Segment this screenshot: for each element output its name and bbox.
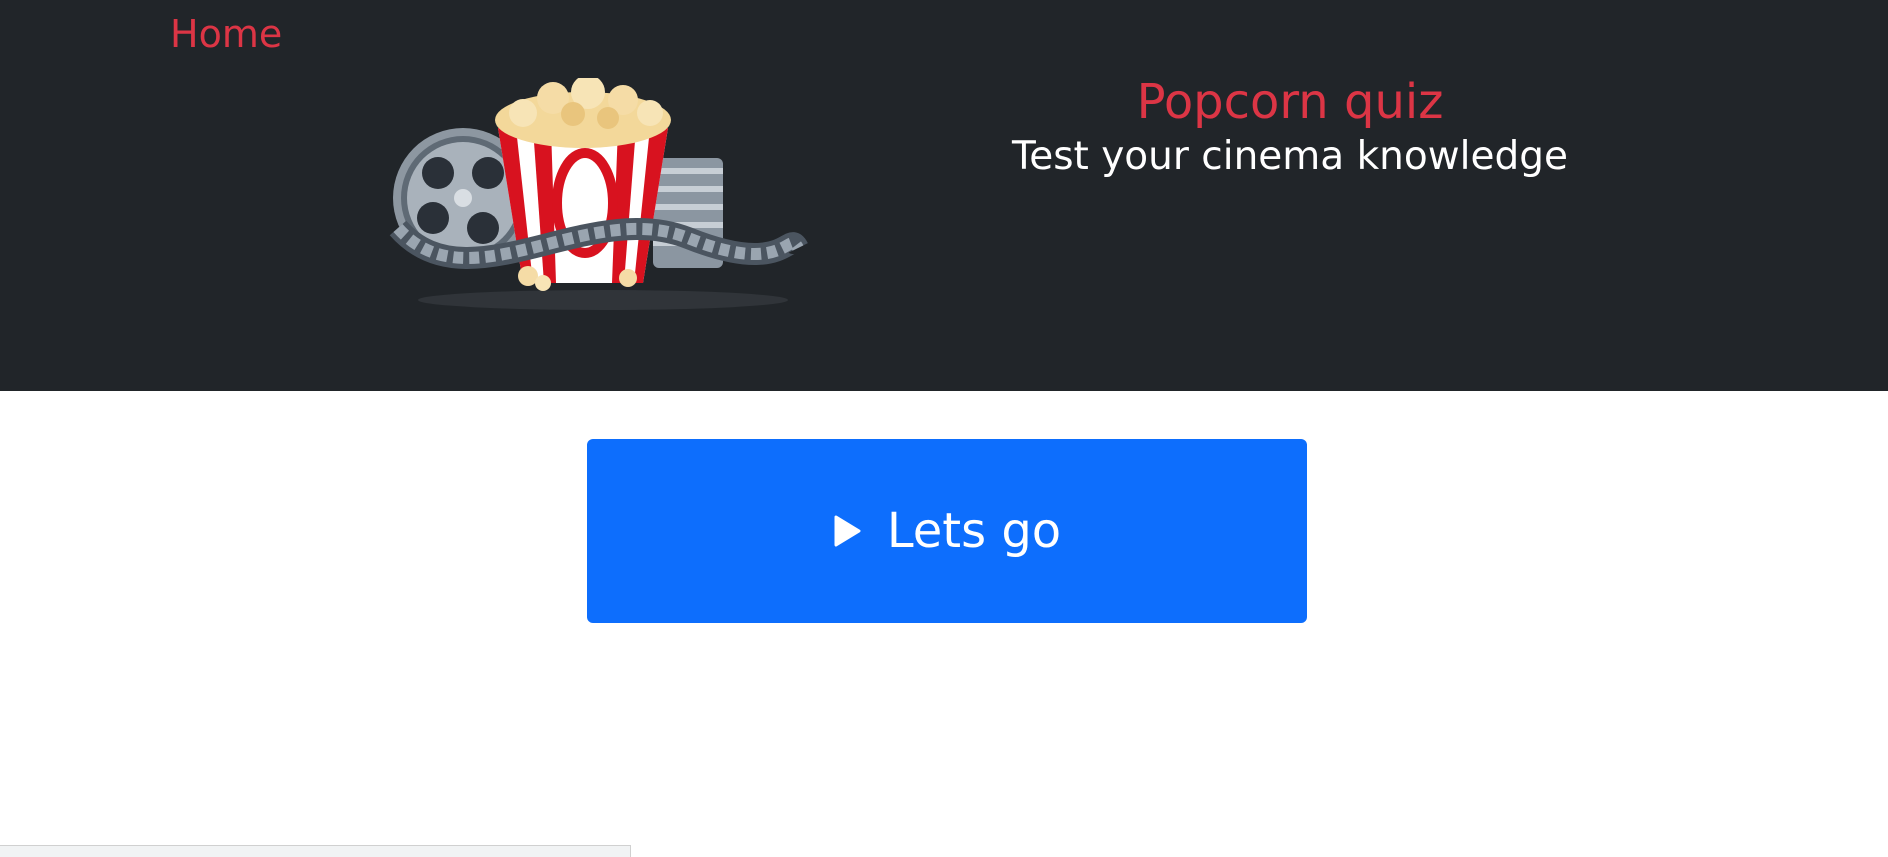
page-title: Popcorn quiz xyxy=(1136,74,1444,130)
start-quiz-button[interactable]: Lets go xyxy=(587,439,1307,623)
page-subtitle: Test your cinema knowledge xyxy=(1012,134,1568,179)
site-header: Home Popcorn quiz Test your cinema knowl… xyxy=(0,0,1888,391)
start-quiz-label: Lets go xyxy=(886,503,1062,559)
browser-status-bar xyxy=(0,845,631,857)
title-block: Popcorn quiz Test your cinema knowledge xyxy=(1000,72,1580,182)
home-link[interactable]: Home xyxy=(170,10,282,58)
play-icon xyxy=(834,515,861,547)
popcorn-film-reel-image xyxy=(389,78,808,310)
